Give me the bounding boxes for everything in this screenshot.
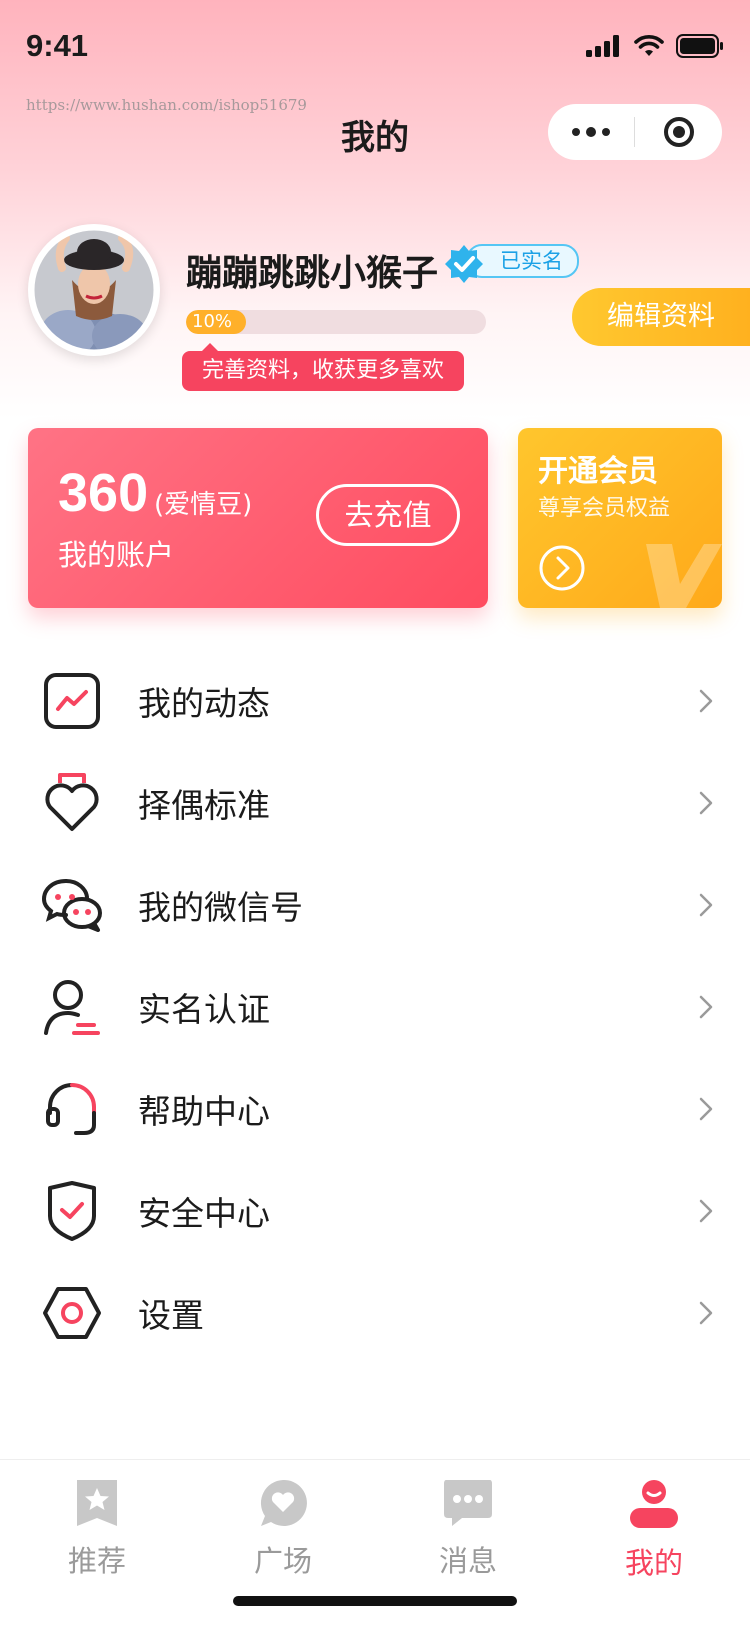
settings-hexagon-icon	[40, 1281, 104, 1345]
menu-item-label: 设置	[138, 1296, 204, 1335]
account-balance: 360	[58, 463, 149, 523]
menu-item-moments[interactable]: 我的动态	[0, 650, 750, 752]
status-icons	[586, 34, 724, 58]
menu-item-label: 实名认证	[138, 990, 270, 1029]
menu-item-mate-criteria[interactable]: 择偶标准	[0, 752, 750, 854]
account-card[interactable]: 360 (爱情豆) 我的账户 去充值	[28, 428, 488, 608]
more-dots-icon	[572, 127, 610, 137]
vip-title: 开通会员	[538, 454, 658, 489]
recharge-button[interactable]: 去充值	[316, 484, 460, 546]
chevron-right-icon	[699, 689, 713, 713]
menu-item-settings[interactable]: 设置	[0, 1262, 750, 1364]
verified-badge: 已实名	[444, 244, 579, 283]
vip-subtitle: 尊享会员权益	[538, 496, 671, 521]
username: 蹦蹦跳跳小猴子	[186, 253, 439, 294]
menu-item-wechat[interactable]: 我的微信号	[0, 854, 750, 956]
account-unit: (爱情豆)	[154, 490, 253, 520]
heart-bubble-icon	[260, 1479, 307, 1526]
chevron-right-icon	[699, 1301, 713, 1325]
tab-recommend[interactable]: 推荐	[37, 1478, 157, 1580]
wechat-icon	[40, 873, 104, 937]
profile-completion-tip: 完善资料，收获更多喜欢	[182, 343, 465, 391]
menu-list: 我的动态 择偶标准 我的微信号 实名认证 帮助中心 安全中心 设置	[0, 650, 750, 1364]
avatar[interactable]	[28, 224, 160, 356]
menu-item-label: 择偶标准	[138, 786, 270, 825]
vip-v-decoration-icon	[646, 544, 722, 608]
tab-mine[interactable]: 我的	[594, 1478, 714, 1582]
status-time: 9:41	[26, 28, 89, 63]
avatar-image	[29, 225, 159, 355]
signal-icon	[586, 35, 619, 57]
menu-item-label: 帮助中心	[138, 1092, 270, 1131]
profile-icon	[630, 1480, 678, 1528]
shield-check-icon	[40, 1179, 104, 1243]
activity-chart-icon	[40, 669, 104, 733]
verified-check-icon	[445, 245, 483, 283]
wifi-icon	[634, 35, 664, 56]
star-bookmark-icon	[77, 1480, 117, 1526]
battery-icon	[676, 34, 723, 58]
home-indicator	[233, 1596, 517, 1606]
menu-item-help-center[interactable]: 帮助中心	[0, 1058, 750, 1160]
headset-icon	[40, 1077, 104, 1141]
tab-label: 我的	[624, 1546, 683, 1580]
edit-profile-button[interactable]: 编辑资料	[572, 288, 750, 346]
menu-item-label: 我的微信号	[138, 888, 303, 927]
menu-item-real-name-verify[interactable]: 实名认证	[0, 956, 750, 1058]
chat-bubble-icon	[444, 1480, 492, 1526]
tab-label: 消息	[438, 1544, 497, 1578]
tab-label: 广场	[253, 1544, 312, 1578]
more-button[interactable]	[548, 104, 634, 160]
status-bar: 9:41	[0, 0, 750, 95]
chevron-right-icon	[699, 995, 713, 1019]
menu-item-security-center[interactable]: 安全中心	[0, 1160, 750, 1262]
chevron-right-icon	[699, 791, 713, 815]
tab-messages[interactable]: 消息	[408, 1478, 528, 1580]
menu-item-label: 我的动态	[138, 684, 270, 723]
vip-card[interactable]: 开通会员 尊享会员权益	[518, 428, 722, 608]
chevron-right-icon	[699, 1199, 713, 1223]
menu-item-label: 安全中心	[138, 1194, 270, 1233]
arrow-right-circle-icon[interactable]	[538, 544, 586, 592]
mini-program-capsule	[548, 104, 722, 160]
heart-standard-icon	[40, 771, 104, 835]
account-label: 我的账户	[58, 538, 175, 572]
progress-text: 10%	[192, 311, 233, 332]
chevron-right-icon	[699, 1097, 713, 1121]
tab-label: 推荐	[67, 1544, 126, 1578]
close-button[interactable]	[635, 104, 722, 160]
user-verify-icon	[40, 975, 104, 1039]
tab-square[interactable]: 广场	[223, 1478, 343, 1580]
target-circle-icon	[663, 117, 694, 147]
chevron-right-icon	[699, 893, 713, 917]
